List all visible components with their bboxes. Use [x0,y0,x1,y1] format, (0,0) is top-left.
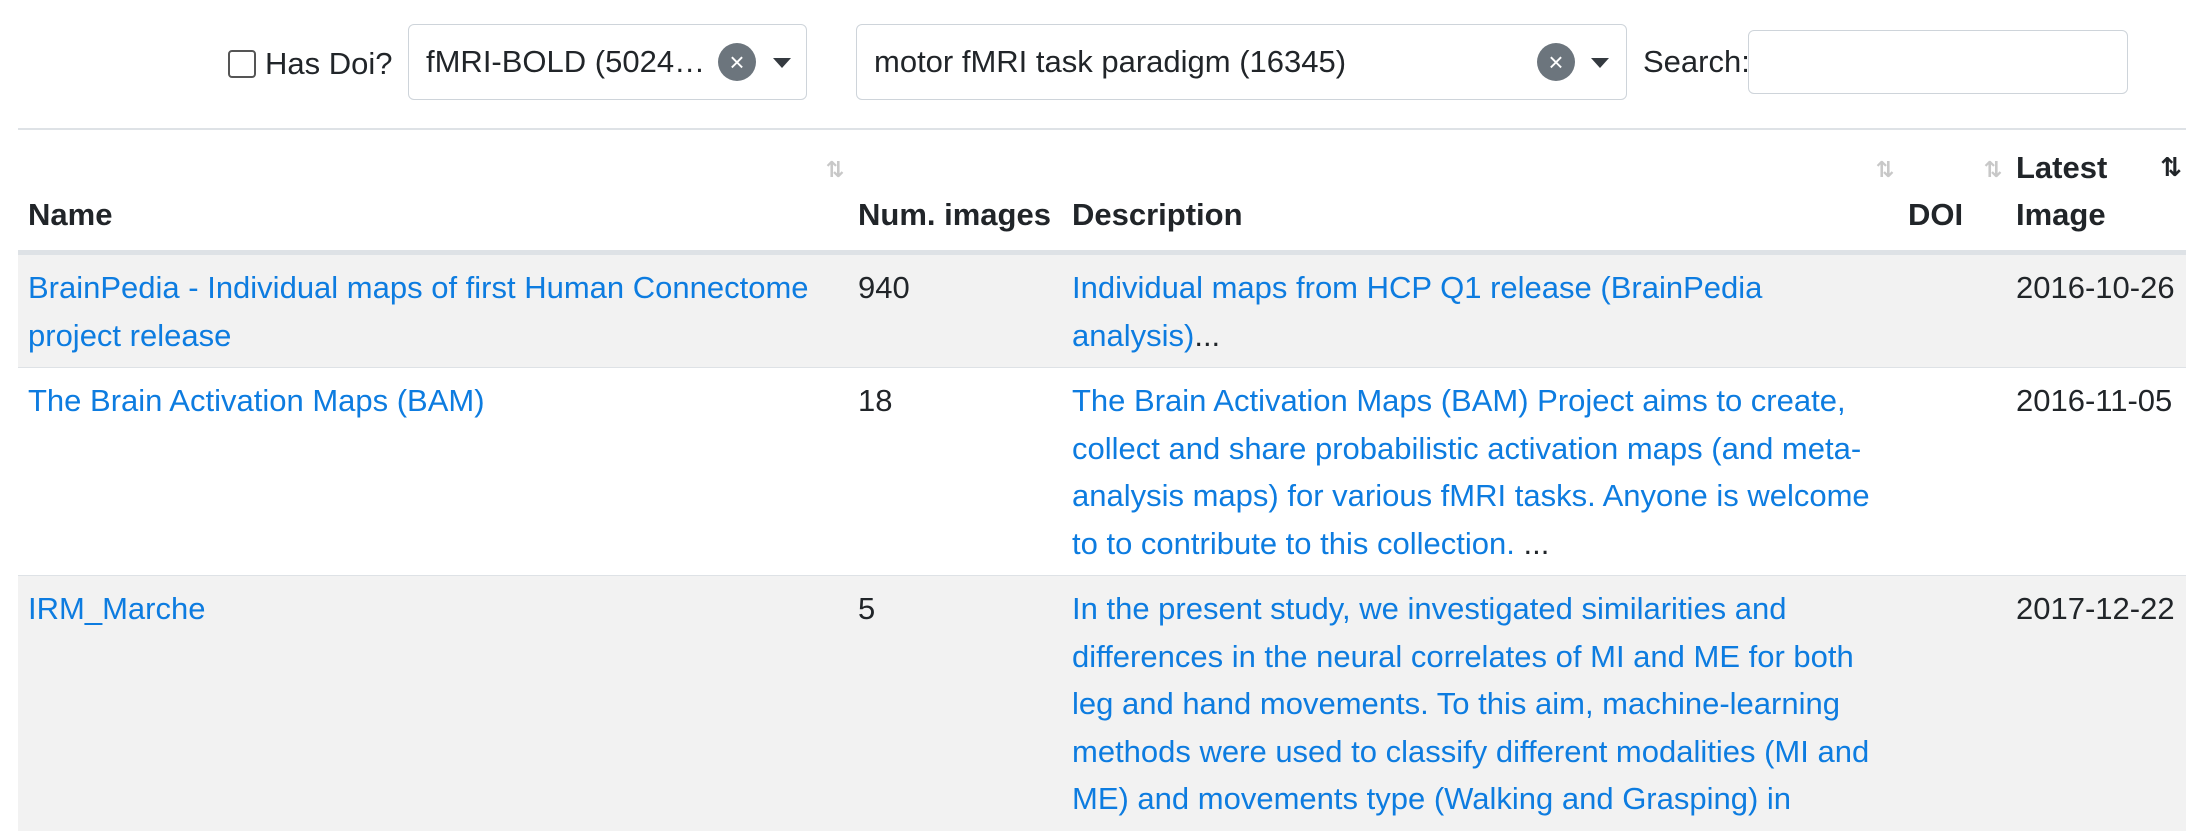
sort-icon[interactable]: ⇅ [826,146,844,193]
table-row: IRM_Marche 5 In the present study, we in… [18,575,2186,831]
table-row: BrainPedia - Individual maps of first Hu… [18,252,2186,368]
cell-name: IRM_Marche [18,575,848,831]
column-header-doi[interactable]: DOI ⇅ [1898,130,2006,255]
has-doi-filter[interactable]: Has Doi? [228,44,393,84]
clear-paradigm-icon[interactable]: × [1537,43,1575,81]
collections-table: Name ⇅ Num. images Description ⇅ DOI ⇅ L… [18,130,2186,831]
column-header-label: Name [28,197,113,232]
column-header-num-images[interactable]: Num. images [848,130,1062,255]
sort-icon[interactable]: ⇅ [1984,146,2002,193]
modality-select-value: fMRI-BOLD (50247… [426,44,716,79]
caret-down-icon[interactable] [773,58,791,68]
collection-link[interactable]: IRM_Marche [28,591,205,626]
collection-link[interactable]: BrainPedia - Individual maps of first Hu… [28,270,809,353]
description-link[interactable]: In the present study, we investigated si… [1072,591,1869,816]
collection-link[interactable]: The Brain Activation Maps (BAM) [28,383,485,418]
column-header-label: Num. images [858,197,1051,232]
modality-select[interactable]: fMRI-BOLD (50247… × [408,24,807,100]
filter-bar: Has Doi? fMRI-BOLD (50247… × motor fMRI … [0,0,2199,128]
cell-description: Individual maps from HCP Q1 release (Bra… [1062,252,1898,368]
column-header-label: DOI [1908,197,1964,232]
cell-latest-image: 2016-10-26 [2006,252,2186,368]
sort-ascending-icon[interactable]: ⇅ [2160,144,2182,191]
cell-name: The Brain Activation Maps (BAM) [18,367,848,576]
column-header-label: Description [1072,197,1243,232]
cell-doi [1898,575,2006,831]
clear-modality-icon[interactable]: × [718,43,756,81]
search-input[interactable] [1748,30,2128,94]
description-link[interactable]: The Brain Activation Maps (BAM) Project … [1072,383,1870,561]
search-label: Search: [1643,44,1750,79]
description-ellipsis: ... [1194,317,1221,353]
cell-description: The Brain Activation Maps (BAM) Project … [1062,367,1898,576]
cell-description: In the present study, we investigated si… [1062,575,1898,831]
cell-name: BrainPedia - Individual maps of first Hu… [18,252,848,368]
has-doi-checkbox[interactable] [228,50,256,78]
paradigm-select[interactable]: motor fMRI task paradigm (16345) × [856,24,1627,100]
cell-latest-image: 2017-12-22 [2006,575,2186,831]
paradigm-select-value: motor fMRI task paradigm (16345) [874,44,1347,79]
column-header-name[interactable]: Name ⇅ [18,130,848,255]
description-ellipsis: ... [1514,525,1550,561]
cell-latest-image: 2016-11-05 [2006,367,2186,576]
cell-doi [1898,252,2006,368]
cell-num-images: 940 [848,252,1062,368]
column-header-description[interactable]: Description ⇅ [1062,130,1898,255]
cell-doi [1898,367,2006,576]
column-header-label: Latest Image [2016,150,2108,232]
has-doi-label: Has Doi? [265,46,393,81]
description-link[interactable]: Individual maps from HCP Q1 release (Bra… [1072,270,1762,353]
caret-down-icon[interactable] [1591,58,1609,68]
sort-icon[interactable]: ⇅ [1876,146,1894,193]
table-row: The Brain Activation Maps (BAM) 18 The B… [18,367,2186,576]
column-header-latest-image[interactable]: Latest Image ⇅ [2006,130,2186,255]
cell-num-images: 18 [848,367,1062,576]
cell-num-images: 5 [848,575,1062,831]
table-header-row: Name ⇅ Num. images Description ⇅ DOI ⇅ L… [18,130,2186,255]
